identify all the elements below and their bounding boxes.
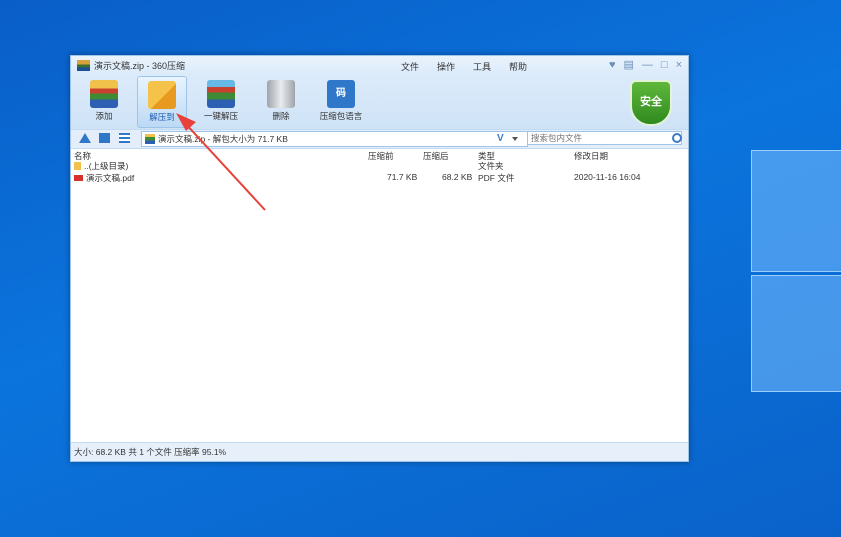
annotation-arrow <box>176 113 266 211</box>
